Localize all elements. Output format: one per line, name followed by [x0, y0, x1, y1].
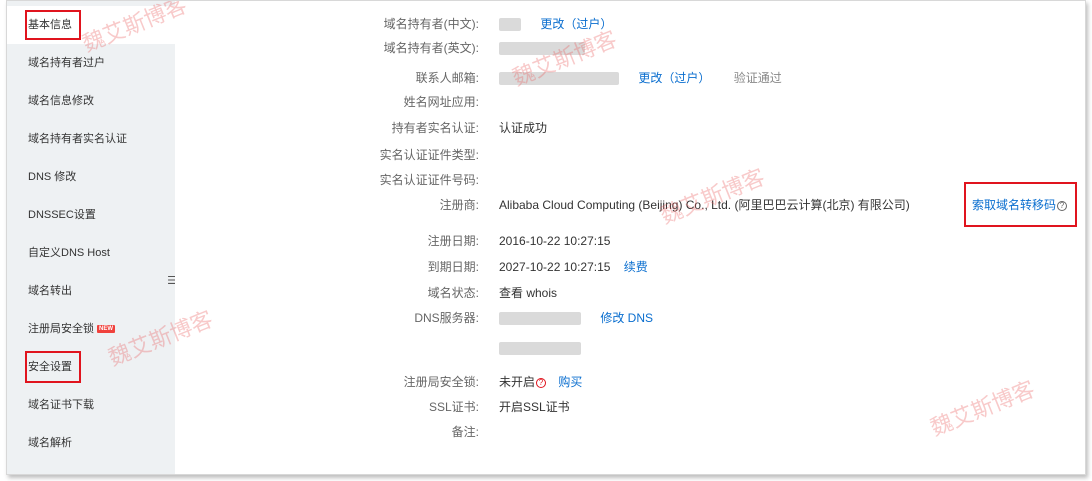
sidebar-item-label: 域名持有者实名认证 — [28, 133, 127, 145]
exp-date-value: 2027-10-22 10:27:15 — [499, 260, 611, 274]
reg-date-value: 2016-10-22 10:27:15 — [499, 234, 611, 248]
sidebar-item-info-edit[interactable]: 域名信息修改 — [7, 82, 175, 120]
redacted-value — [499, 18, 521, 32]
warning-icon: ? — [536, 377, 547, 388]
view-whois-link[interactable]: 查看 whois — [499, 284, 557, 302]
realname-value: 认证成功 — [499, 121, 548, 135]
highlight-box-transfer-code — [964, 182, 1077, 227]
sidebar: 基本信息 域名持有者过户 域名信息修改 域名持有者实名认证 DNS 修改 DNS… — [7, 1, 175, 474]
highlight-box-basic-info — [25, 10, 81, 40]
dns-label: DNS服务器: — [414, 311, 479, 325]
lock-label: 注册局安全锁: — [403, 375, 479, 389]
sidebar-item-label: 注册局安全锁 — [28, 323, 94, 335]
remark-label: 备注: — [451, 425, 479, 439]
owner-cn-label: 域名持有者(中文): — [383, 17, 479, 31]
sidebar-item-label: 自定义DNS Host — [28, 247, 110, 259]
sidebar-item-transfer-out[interactable]: 域名转出 — [7, 272, 175, 310]
sidebar-item-label: 域名证书下载 — [28, 399, 94, 411]
sidebar-item-label: DNS 修改 — [28, 171, 77, 183]
redacted-value — [499, 72, 619, 86]
lock-value: 未开启 — [499, 375, 536, 389]
sidebar-item-label: 域名解析 — [28, 437, 72, 449]
redacted-value — [499, 312, 581, 326]
domain-detail-panel: 域名持有者(中文): 更改（过户） 域名持有者(英文): 联系人邮箱: 更改（过… — [175, 1, 1085, 474]
redacted-value — [499, 342, 581, 356]
renew-link[interactable]: 续费 — [624, 260, 648, 274]
sidebar-item-owner-transfer[interactable]: 域名持有者过户 — [7, 44, 175, 82]
owner-cn-change-link[interactable]: 更改（过户） — [540, 17, 612, 31]
sidebar-item-label: 域名转出 — [28, 285, 72, 297]
sidebar-item-dns-edit[interactable]: DNS 修改 — [7, 158, 175, 196]
enable-ssl-link[interactable]: 开启SSL证书 — [499, 398, 570, 416]
sidebar-item-label: 域名信息修改 — [28, 95, 94, 107]
status-label: 域名状态: — [427, 286, 479, 300]
buy-lock-link[interactable]: 购买 — [558, 375, 582, 389]
sidebar-item-cert-download[interactable]: 域名证书下载 — [7, 386, 175, 424]
reg-date-label: 注册日期: — [427, 234, 479, 248]
email-verified-status: 验证通过 — [733, 71, 782, 85]
cert-no-label: 实名认证证件号码: — [379, 173, 479, 187]
sidebar-item-label: DNSSEC设置 — [28, 209, 96, 221]
sidebar-item-custom-dns-host[interactable]: 自定义DNS Host — [7, 234, 175, 272]
app-frame: 基本信息 域名持有者过户 域名信息修改 域名持有者实名认证 DNS 修改 DNS… — [6, 0, 1086, 475]
highlight-box-security — [25, 351, 81, 383]
sidebar-item-dnssec[interactable]: DNSSEC设置 — [7, 196, 175, 234]
sidebar-item-realname-auth[interactable]: 域名持有者实名认证 — [7, 120, 175, 158]
registrar-value: Alibaba Cloud Computing (Beijing) Co., L… — [499, 198, 910, 212]
exp-date-label: 到期日期: — [427, 260, 479, 274]
sidebar-item-registry-lock[interactable]: 注册局安全锁 NEW — [7, 310, 175, 348]
sidebar-item-label: 域名持有者过户 — [28, 57, 105, 69]
site-app-label: 姓名网址应用: — [403, 95, 479, 109]
email-change-link[interactable]: 更改（过户） — [638, 71, 710, 85]
new-badge: NEW — [97, 325, 115, 334]
owner-en-label: 域名持有者(英文): — [383, 41, 479, 55]
cert-type-label: 实名认证证件类型: — [379, 148, 479, 162]
realname-label: 持有者实名认证: — [391, 121, 479, 135]
redacted-value — [499, 42, 585, 56]
ssl-label: SSL证书: — [428, 400, 479, 414]
dns-server-2 — [499, 339, 581, 357]
modify-dns-link[interactable]: 修改 DNS — [600, 311, 653, 325]
sidebar-item-dns-resolve[interactable]: 域名解析 — [7, 424, 175, 462]
email-label: 联系人邮箱: — [415, 71, 479, 85]
registrar-label: 注册商: — [439, 198, 479, 212]
